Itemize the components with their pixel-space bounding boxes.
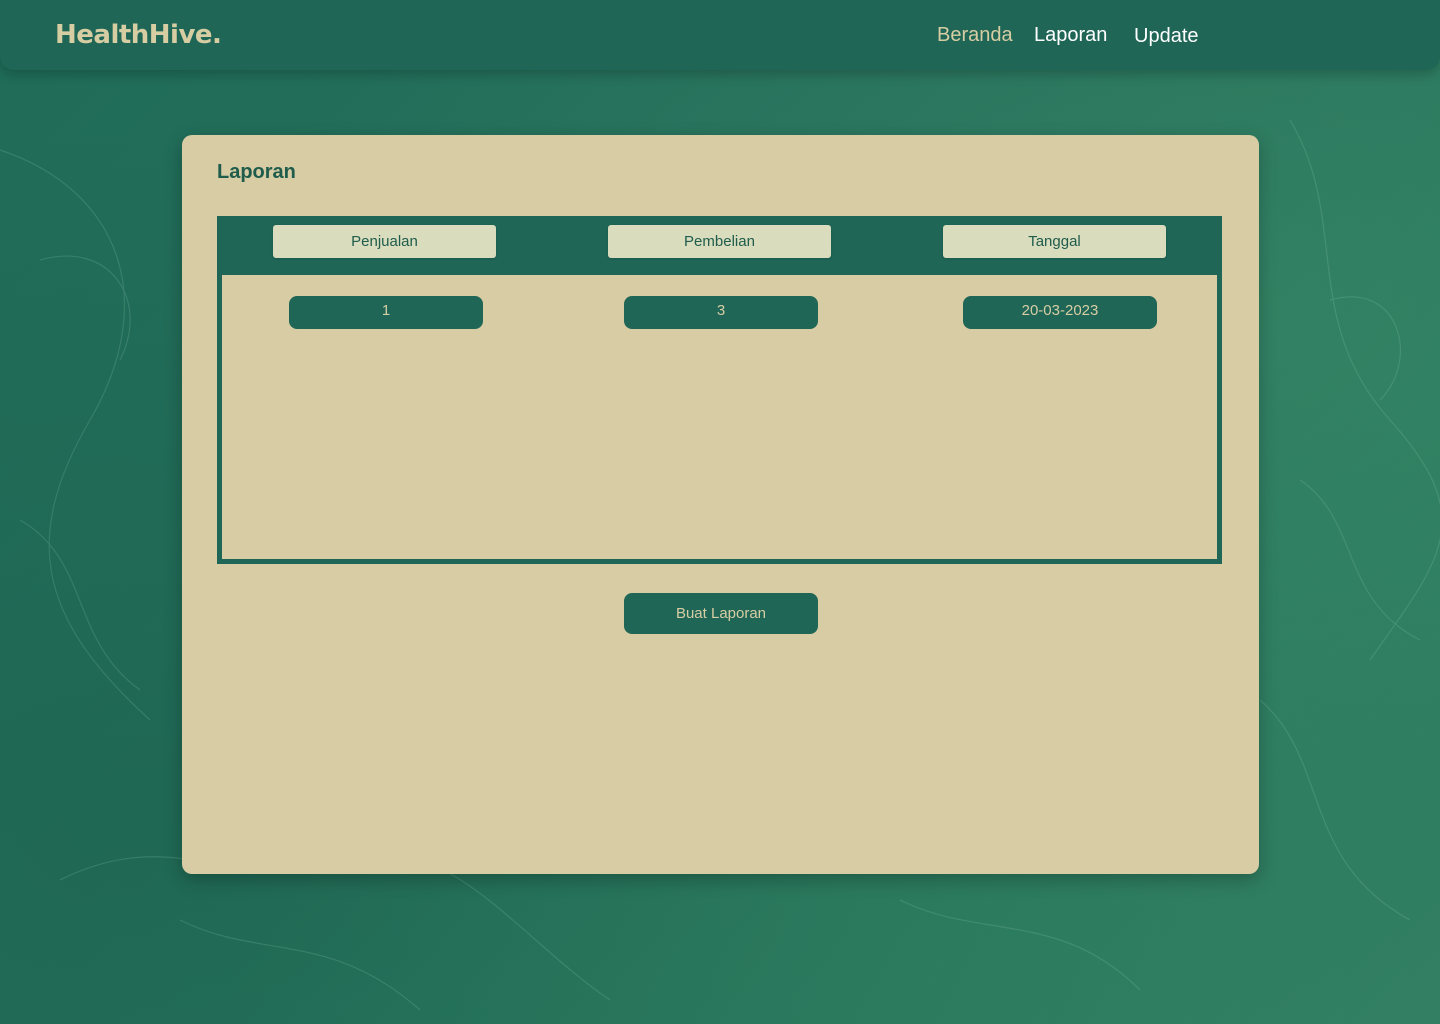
create-report-button[interactable]: Buat Laporan bbox=[624, 593, 818, 634]
nav-link-update[interactable]: Update bbox=[1134, 23, 1199, 49]
column-header-pembelian: Pembelian bbox=[608, 225, 831, 258]
report-table: Penjualan Pembelian Tanggal 1 3 20-03-20… bbox=[217, 216, 1222, 564]
cell-pembelian: 3 bbox=[624, 296, 818, 329]
column-header-tanggal: Tanggal bbox=[943, 225, 1166, 258]
brand-logo[interactable]: HealthHive. bbox=[55, 19, 222, 51]
page-title: Laporan bbox=[217, 161, 296, 183]
top-navbar: HealthHive. Beranda Laporan Update bbox=[0, 0, 1440, 70]
table-header: Penjualan Pembelian Tanggal bbox=[222, 221, 1217, 275]
cell-penjualan: 1 bbox=[289, 296, 483, 329]
column-header-penjualan: Penjualan bbox=[273, 225, 496, 258]
nav-link-laporan[interactable]: Laporan bbox=[1034, 22, 1107, 48]
report-card: Laporan Penjualan Pembelian Tanggal 1 3 … bbox=[182, 135, 1259, 874]
nav-link-beranda[interactable]: Beranda bbox=[937, 22, 1013, 48]
cell-tanggal: 20-03-2023 bbox=[963, 296, 1157, 329]
